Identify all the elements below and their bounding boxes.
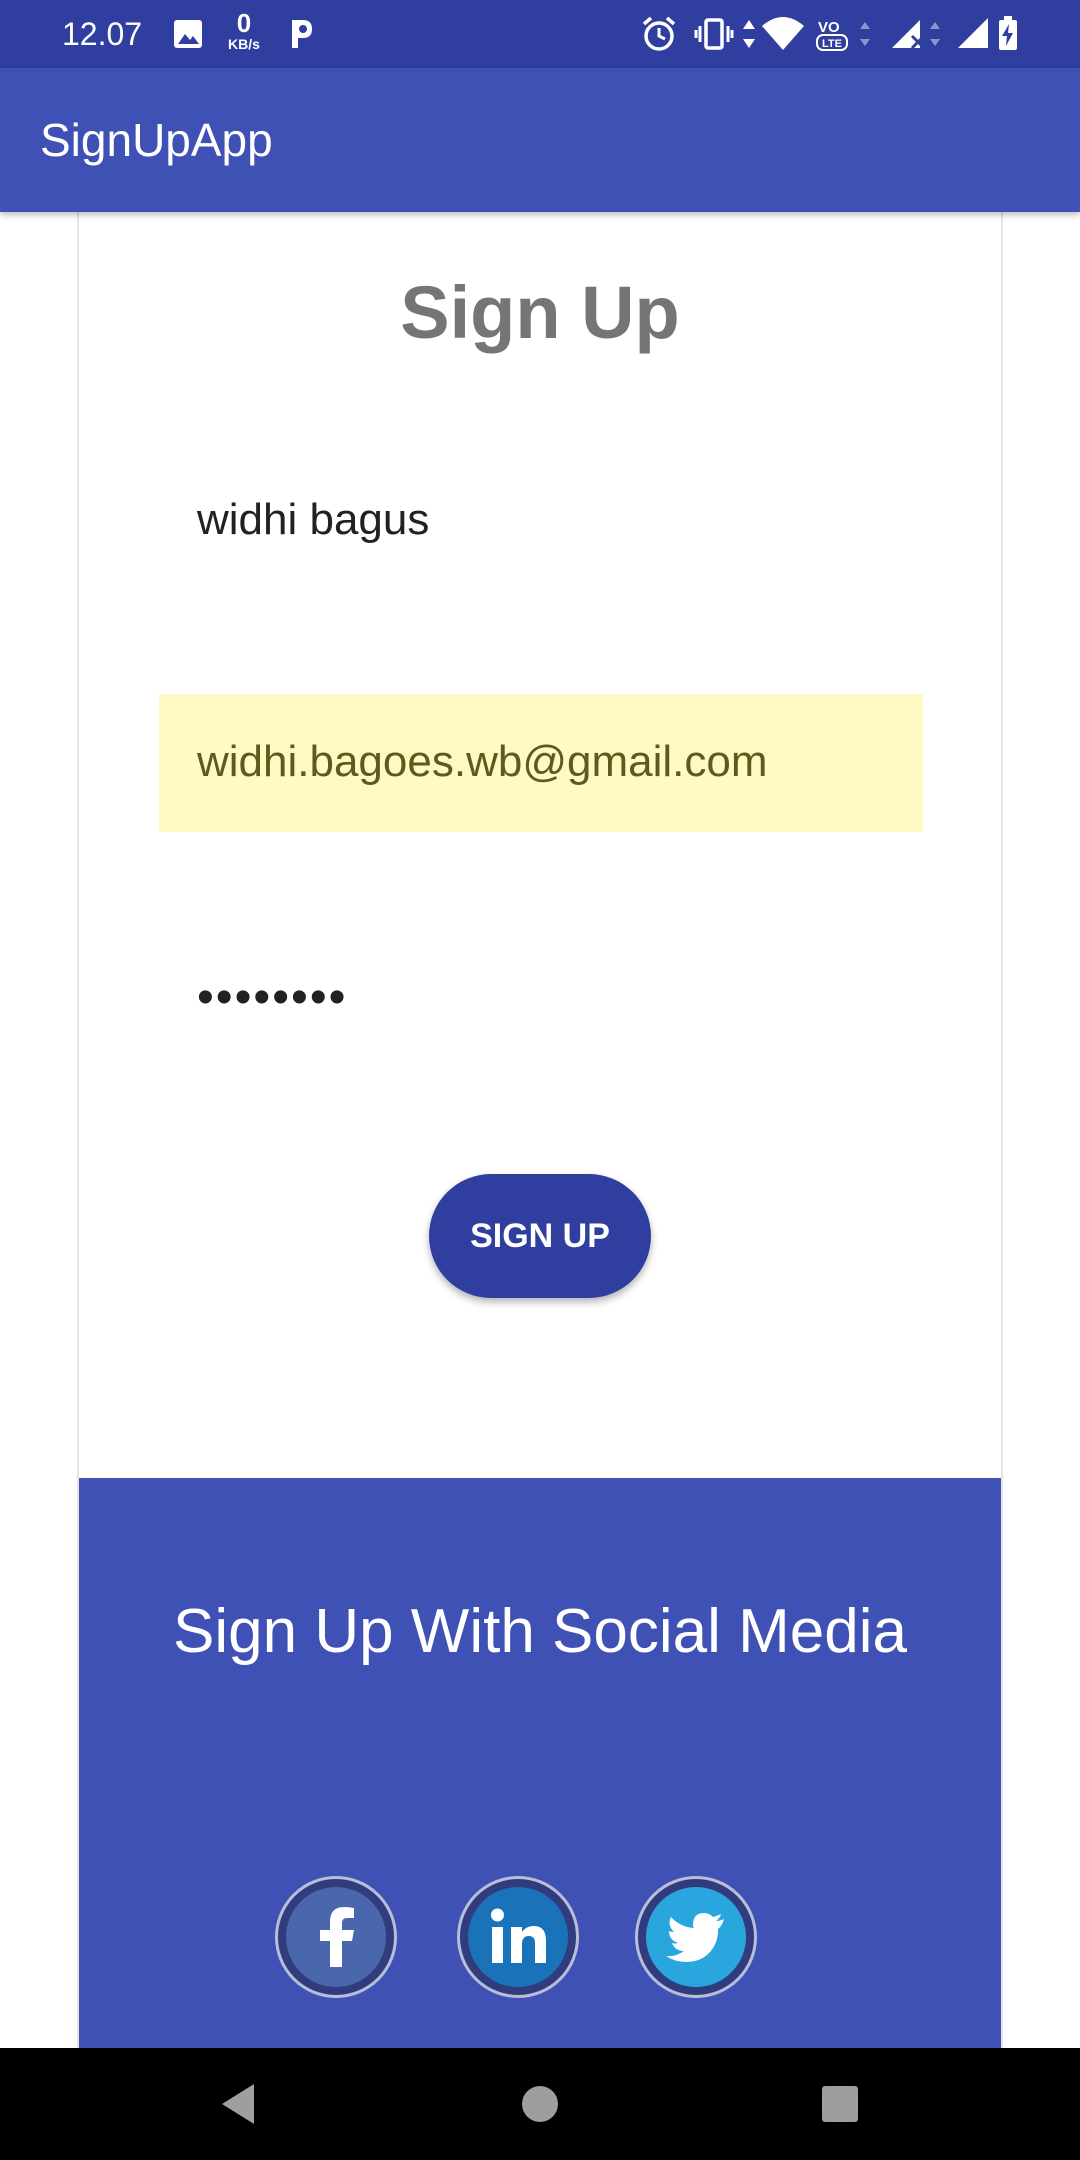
- app-bar: SignUpApp: [0, 68, 1080, 212]
- app-title: SignUpApp: [40, 114, 273, 166]
- status-bar: 12.07 0 KB/s VO LTE: [0, 0, 1080, 68]
- data-arrows-dim-icon: [930, 22, 940, 46]
- network-speed: 0 KB/s: [222, 10, 266, 52]
- signal-x-icon: [892, 20, 926, 50]
- signal-icon: [958, 18, 988, 48]
- facebook-icon: [320, 1907, 354, 1967]
- social-title: Sign Up With Social Media: [173, 1597, 907, 1666]
- password-field[interactable]: ••••••••: [159, 930, 923, 1068]
- volte-icon: VO LTE: [816, 19, 848, 51]
- network-speed-unit: KB/s: [228, 36, 260, 52]
- data-arrows-dim-icon: [860, 22, 870, 46]
- alarm-icon: [642, 16, 676, 51]
- name-field[interactable]: widhi bagus: [159, 452, 923, 590]
- vibrate-icon: [694, 18, 734, 50]
- social-panel: Sign Up With Social Media: [79, 1478, 1001, 2048]
- home-icon[interactable]: [510, 2074, 570, 2134]
- wifi-icon: [762, 17, 804, 50]
- network-speed-value: 0: [236, 8, 252, 38]
- email-field-value: widhi.bagoes.wb@gmail.com: [197, 737, 768, 786]
- email-field[interactable]: widhi.bagoes.wb@gmail.com: [159, 694, 923, 832]
- image-icon: [174, 20, 202, 48]
- back-icon[interactable]: [210, 2074, 270, 2134]
- data-arrows-icon: [743, 20, 755, 48]
- linkedin-button[interactable]: [457, 1876, 579, 1998]
- page-title: Sign Up: [400, 271, 680, 354]
- recents-icon[interactable]: [810, 2074, 870, 2134]
- status-time: 12.07: [62, 16, 143, 52]
- battery-charging-icon: [999, 16, 1017, 50]
- navigation-bar: [0, 2048, 1080, 2160]
- parking-icon: [292, 20, 312, 48]
- password-field-value: ••••••••: [197, 971, 348, 1024]
- linkedin-icon: [491, 1908, 546, 1963]
- svg-text:LTE: LTE: [822, 38, 842, 50]
- facebook-button[interactable]: [275, 1876, 397, 1998]
- signup-card: Sign Up widhi bagus widhi.bagoes.wb@gmai…: [77, 212, 1003, 2048]
- svg-text:VO: VO: [818, 19, 840, 36]
- twitter-icon: [666, 1913, 724, 1962]
- twitter-button[interactable]: [635, 1876, 757, 1998]
- name-field-value: widhi bagus: [197, 495, 430, 544]
- signup-button[interactable]: SIGN UP: [429, 1174, 651, 1298]
